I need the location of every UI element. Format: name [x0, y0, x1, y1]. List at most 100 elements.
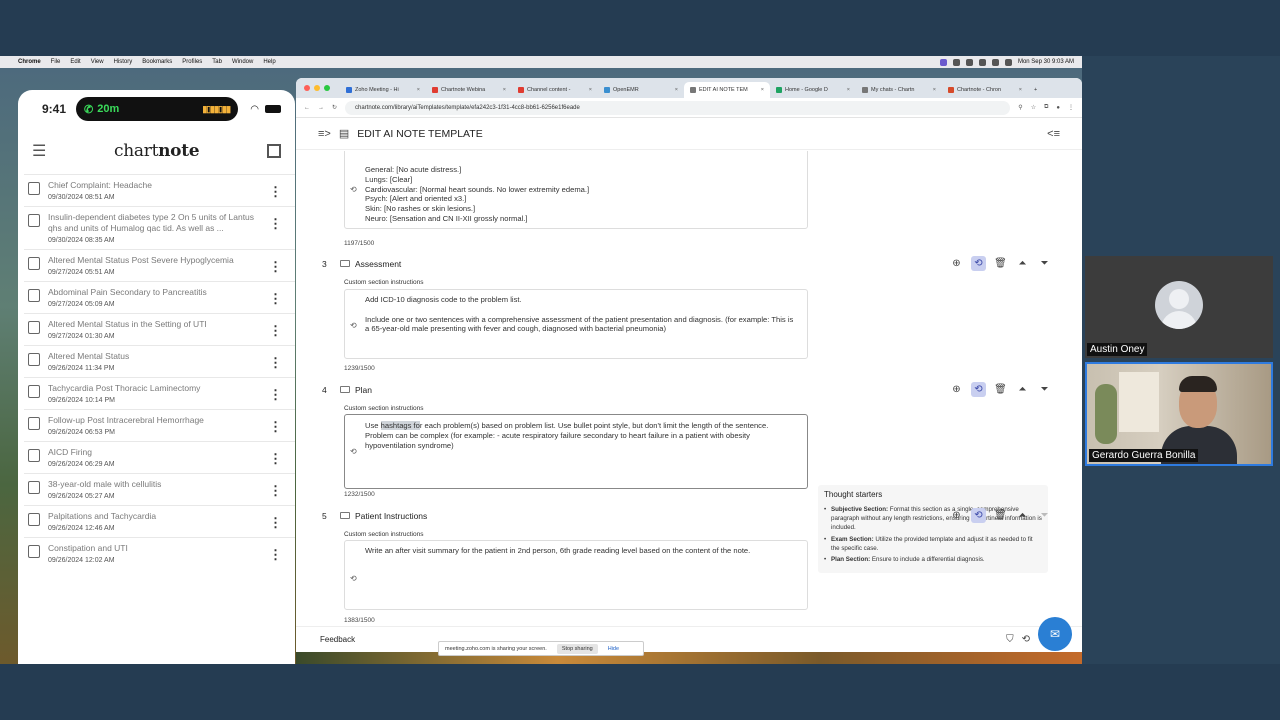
list-item[interactable]: Abdominal Pain Secondary to Pancreatitis… [24, 281, 295, 313]
close-tab-icon[interactable]: × [503, 87, 506, 93]
delete-icon[interactable]: 🗑 [993, 382, 1008, 397]
list-item[interactable]: Altered Mental Status in the Setting of … [24, 313, 295, 345]
ai-toggle-icon[interactable]: ⟲ [971, 256, 986, 271]
add-section-icon[interactable]: ⊕ [949, 508, 964, 523]
move-down-icon[interactable]: ⏷ [1037, 256, 1052, 271]
more-options-icon[interactable]: ⋮ [269, 387, 282, 403]
plan-instructions-textarea[interactable]: ⟲ Use hashtags for each problem(s) based… [344, 414, 808, 489]
new-tab-button[interactable]: + [1028, 82, 1044, 98]
minimize-window-button[interactable] [314, 85, 320, 91]
list-item[interactable]: Tachycardia Post Thoracic Laminectomy 09/… [24, 377, 295, 409]
bookmark-star-icon[interactable]: ☆ [1031, 104, 1036, 111]
browser-tab[interactable]: EDIT AI NOTE TEM × [684, 82, 770, 98]
list-item[interactable]: Follow-up Post Intracerebral Hemorrhage 0… [24, 409, 295, 441]
patient-instructions-textarea[interactable]: ⟲ Write an after visit summary for the p… [344, 540, 808, 610]
move-up-icon[interactable]: ⏶ [1015, 382, 1030, 397]
section-row-plan[interactable]: 4 Plan ⊕ ⟲ 🗑 ⏶ ⏷ [322, 381, 1052, 398]
status-icon[interactable] [978, 58, 986, 66]
move-up-icon[interactable]: ⏶ [1015, 508, 1030, 523]
status-icon[interactable] [965, 58, 973, 66]
status-icon[interactable] [952, 58, 960, 66]
more-options-icon[interactable]: ⋮ [269, 259, 282, 275]
search-icon[interactable] [1004, 58, 1012, 66]
menu-profiles[interactable]: Profiles [182, 59, 202, 65]
menu-file[interactable]: File [51, 59, 61, 65]
browser-tab[interactable]: Zoho Meeting - Hi × [340, 82, 426, 98]
list-item[interactable]: Insulin-dependent diabetes type 2 On 5 u… [24, 206, 295, 249]
browser-tab[interactable]: My chats - Chartn × [856, 82, 942, 98]
menu-bookmarks[interactable]: Bookmarks [142, 59, 172, 65]
more-options-icon[interactable]: ⋮ [269, 355, 282, 371]
close-tab-icon[interactable]: × [933, 87, 936, 93]
ai-sparkle-icon[interactable]: ⟲ [1022, 634, 1030, 645]
ai-sparkle-icon[interactable]: ⟲ [350, 447, 357, 456]
profile-avatar[interactable]: ● [1056, 105, 1060, 111]
kebab-menu-icon[interactable]: ⋮ [1068, 104, 1074, 111]
menu-edit[interactable]: Edit [70, 59, 80, 65]
hamburger-menu-icon[interactable]: ☰ [32, 141, 46, 161]
add-section-icon[interactable]: ⊕ [949, 256, 964, 271]
stop-sharing-button[interactable]: Stop sharing [556, 643, 598, 654]
close-tab-icon[interactable]: × [675, 87, 678, 93]
expand-sidebar-icon[interactable]: ≡> [318, 128, 331, 140]
reload-icon[interactable]: ↻ [332, 104, 337, 111]
zoom-icon[interactable]: ⚲ [1018, 104, 1022, 111]
url-field[interactable]: chartnote.com/library/aiTemplates/templa… [345, 100, 1011, 115]
more-options-icon[interactable]: ⋮ [269, 483, 282, 499]
move-up-icon[interactable]: ⏶ [1015, 256, 1030, 271]
list-item[interactable]: Altered Mental Status 09/26/2024 11:34 PM… [24, 345, 295, 377]
hide-share-bar-button[interactable]: Hide [608, 646, 619, 652]
more-options-icon[interactable]: ⋮ [269, 291, 282, 307]
qr-code-icon[interactable] [267, 144, 281, 158]
screen-share-icon[interactable] [939, 58, 947, 66]
close-tab-icon[interactable]: × [1019, 87, 1022, 93]
feedback-button[interactable]: Feedback [320, 635, 355, 644]
extensions-icon[interactable]: ⧉ [1044, 104, 1048, 111]
close-tab-icon[interactable]: × [847, 87, 850, 93]
more-options-icon[interactable]: ⋮ [269, 419, 282, 435]
section-row-patient-instructions[interactable]: 5 Patient Instructions ⊕ ⟲ 🗑 ⏶ ⏷ [322, 507, 1052, 524]
section-row-assessment[interactable]: 3 Assessment ⊕ ⟲ 🗑 ⏶ ⏷ [322, 255, 1052, 272]
close-tab-icon[interactable]: × [417, 87, 420, 93]
more-options-icon[interactable]: ⋮ [269, 451, 282, 467]
browser-tab[interactable]: Chartnote Webina × [426, 82, 512, 98]
menu-window[interactable]: Window [232, 59, 253, 65]
browser-tab[interactable]: Chartnote - Chron × [942, 82, 1028, 98]
menu-app[interactable]: Chrome [18, 59, 41, 65]
exam-instructions-textarea[interactable]: ⟲ General: [No acute distress.] Lungs: [… [344, 151, 808, 229]
more-options-icon[interactable]: ⋮ [269, 216, 282, 232]
browser-tab[interactable]: Home - Google D × [770, 82, 856, 98]
ai-toggle-icon[interactable]: ⟲ [971, 508, 986, 523]
list-item[interactable]: 38-year-old male with cellulitis 09/26/20… [24, 473, 295, 505]
menu-history[interactable]: History [114, 59, 133, 65]
participant-tile[interactable]: Austin Oney [1085, 256, 1273, 358]
list-item[interactable]: Constipation and UTI 09/26/2024 12:02 AM ⋮ [24, 537, 295, 569]
menu-view[interactable]: View [91, 59, 104, 65]
delete-icon[interactable]: 🗑 [993, 508, 1008, 523]
assessment-instructions-textarea[interactable]: ⟲ Add ICD-10 diagnosis code to the probl… [344, 289, 808, 359]
menubar-clock[interactable]: Mon Sep 30 9:03 AM [1018, 59, 1074, 65]
list-item[interactable]: Altered Mental Status Post Severe Hypogl… [24, 249, 295, 281]
ai-toggle-icon[interactable]: ⟲ [971, 382, 986, 397]
shield-check-icon[interactable]: ⛉ [1006, 634, 1014, 645]
more-options-icon[interactable]: ⋮ [269, 323, 282, 339]
wifi-icon[interactable] [991, 58, 999, 66]
browser-tab[interactable]: OpenEMR × [598, 82, 684, 98]
move-down-icon[interactable]: ⏷ [1037, 382, 1052, 397]
ai-sparkle-icon[interactable]: ⟲ [350, 321, 357, 330]
chat-icon[interactable]: ✉ [1038, 616, 1072, 651]
menu-tab[interactable]: Tab [212, 59, 222, 65]
collapse-panel-icon[interactable]: <≡ [1047, 128, 1060, 140]
close-tab-icon[interactable]: × [761, 87, 764, 93]
menu-help[interactable]: Help [263, 59, 275, 65]
close-window-button[interactable] [304, 85, 310, 91]
list-item[interactable]: Chief Complaint: Headache 09/30/2024 08:5… [24, 174, 295, 206]
more-options-icon[interactable]: ⋮ [269, 184, 282, 200]
list-item[interactable]: AICD Firing 09/26/2024 06:29 AM ⋮ [24, 441, 295, 473]
delete-icon[interactable]: 🗑 [993, 256, 1008, 271]
back-icon[interactable]: ← [304, 105, 310, 111]
ai-sparkle-icon[interactable]: ⟲ [350, 574, 357, 583]
more-options-icon[interactable]: ⋮ [269, 515, 282, 531]
add-section-icon[interactable]: ⊕ [949, 382, 964, 397]
participant-video-tile[interactable]: Gerardo Guerra Bonilla [1085, 362, 1273, 466]
